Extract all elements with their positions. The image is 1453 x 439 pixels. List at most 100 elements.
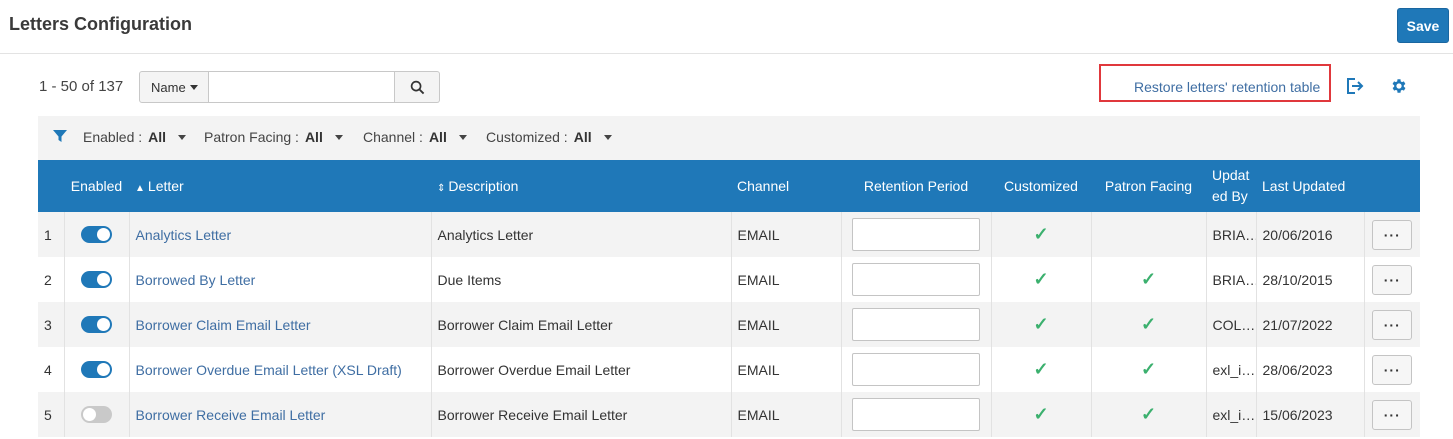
table-row: 3 Borrower Claim Email Letter Borrower Cla…: [38, 302, 1420, 347]
table-row: 2 Borrowed By Letter Due Items EMAIL ✓ ✓ BRIA……: [38, 257, 1420, 302]
toggle-knob: [83, 408, 96, 422]
chevron-down-icon: [189, 84, 198, 90]
enabled-cell: [64, 302, 130, 347]
filter-value: All: [573, 129, 592, 145]
letter-cell: Analytics Letter: [129, 212, 432, 257]
check-icon: ✓: [1033, 359, 1049, 379]
enabled-cell: [64, 392, 130, 437]
results-count: 1 - 50 of 137: [39, 78, 124, 95]
letter-cell: Borrowed By Letter: [129, 257, 432, 302]
filter-label: Enabled :: [83, 129, 143, 145]
gear-icon[interactable]: [1390, 77, 1408, 95]
col-header-patron-facing[interactable]: Patron Facing: [1091, 160, 1206, 212]
letter-link[interactable]: Borrower Receive Email Letter: [136, 407, 326, 423]
filter-enabled[interactable]: Enabled : All: [83, 129, 187, 145]
col-header-letter[interactable]: ▲ Letter: [129, 160, 431, 212]
retention-cell: [841, 302, 992, 347]
table-header-row: Enabled ▲ Letter ⇕ Description Channel Ret…: [38, 160, 1420, 212]
row-number: 2: [38, 257, 65, 302]
chevron-down-icon: [178, 134, 187, 140]
letter-link[interactable]: Analytics Letter: [136, 227, 232, 243]
col-header-retention[interactable]: Retention Period: [841, 160, 991, 212]
actions-cell: ···: [1364, 347, 1420, 392]
toggle-knob: [97, 363, 110, 377]
channel-cell: EMAIL: [731, 347, 842, 392]
actions-cell: ···: [1364, 212, 1420, 257]
last-updated-cell: 28/10/2015: [1256, 257, 1365, 302]
check-icon: ✓: [1033, 404, 1049, 424]
enabled-toggle[interactable]: [81, 271, 112, 289]
restore-retention-link[interactable]: Restore letters' retention table: [1134, 79, 1320, 95]
search-icon: [410, 80, 424, 94]
more-actions-button[interactable]: ···: [1372, 399, 1413, 430]
letter-cell: Borrower Overdue Email Letter (XSL Draft…: [129, 347, 432, 392]
enabled-toggle[interactable]: [81, 406, 112, 424]
retention-cell: [841, 257, 992, 302]
toggle-knob: [97, 318, 110, 332]
last-updated-cell: 20/06/2016: [1256, 212, 1365, 257]
last-updated-cell: 28/06/2023: [1256, 347, 1365, 392]
retention-period-input[interactable]: [852, 263, 980, 296]
customized-cell: ✓: [991, 257, 1092, 302]
more-actions-button[interactable]: ···: [1372, 264, 1413, 295]
enabled-cell: [64, 212, 130, 257]
toggle-knob: [97, 273, 110, 287]
col-header-actions: [1364, 160, 1420, 212]
search-input[interactable]: [209, 71, 395, 103]
filter-bar: Enabled : All Patron Facing : All Channe…: [38, 116, 1420, 160]
filter-icon: [53, 130, 67, 142]
col-header-description[interactable]: ⇕ Description: [431, 160, 731, 212]
check-icon: ✓: [1140, 314, 1157, 334]
actions-cell: ···: [1364, 257, 1420, 302]
channel-cell: EMAIL: [731, 302, 842, 347]
last-updated-cell: 21/07/2022: [1256, 302, 1365, 347]
save-button[interactable]: Save: [1397, 8, 1449, 43]
letter-link[interactable]: Borrower Claim Email Letter: [136, 317, 311, 333]
more-actions-button[interactable]: ···: [1372, 354, 1413, 385]
col-header-updated-by[interactable]: Updat ed By: [1206, 160, 1256, 212]
filter-channel[interactable]: Channel : All: [363, 129, 467, 145]
channel-cell: EMAIL: [731, 392, 842, 437]
export-icon[interactable]: [1345, 77, 1365, 95]
search-field-dropdown[interactable]: Name: [139, 71, 209, 103]
updated-by-cell: COL…: [1206, 302, 1257, 347]
page-title: Letters Configuration: [9, 14, 192, 34]
letter-cell: Borrower Receive Email Letter: [129, 392, 432, 437]
col-header-index: [38, 160, 64, 212]
col-header-customized[interactable]: Customized: [991, 160, 1091, 212]
search-bar: Name: [139, 71, 440, 103]
retention-period-input[interactable]: [852, 218, 980, 251]
col-header-last-updated[interactable]: Last Updated: [1256, 160, 1364, 212]
enabled-toggle[interactable]: [81, 361, 112, 379]
enabled-toggle[interactable]: [81, 226, 112, 244]
more-actions-button[interactable]: ···: [1372, 309, 1413, 340]
retention-period-input[interactable]: [852, 308, 980, 341]
description-cell: Borrower Claim Email Letter: [431, 302, 732, 347]
more-actions-button[interactable]: ···: [1372, 219, 1413, 250]
sort-asc-icon: ▲: [135, 183, 145, 194]
search-field-label: Name: [151, 79, 186, 95]
col-header-channel[interactable]: Channel: [731, 160, 841, 212]
enabled-toggle[interactable]: [81, 316, 112, 334]
col-header-label: Letter: [147, 178, 184, 194]
search-button[interactable]: [395, 71, 440, 103]
patron-facing-cell: ✓: [1091, 302, 1207, 347]
sort-icon: ⇕: [437, 183, 446, 194]
retention-cell: [841, 392, 992, 437]
updated-by-cell: BRIA…: [1206, 257, 1257, 302]
retention-period-input[interactable]: [852, 353, 980, 386]
retention-cell: [841, 212, 992, 257]
filter-label: Customized :: [486, 129, 568, 145]
customized-cell: ✓: [991, 302, 1092, 347]
table-row: 4 Borrower Overdue Email Letter (XSL Draf…: [38, 347, 1420, 392]
retention-period-input[interactable]: [852, 398, 980, 431]
check-icon: ✓: [1140, 359, 1157, 379]
description-cell: Borrower Receive Email Letter: [431, 392, 732, 437]
filter-customized[interactable]: Customized : All: [486, 129, 612, 145]
letter-link[interactable]: Borrower Overdue Email Letter (XSL Draft…: [136, 362, 402, 378]
check-icon: ✓: [1033, 269, 1049, 289]
col-header-enabled[interactable]: Enabled: [64, 160, 129, 212]
letter-link[interactable]: Borrowed By Letter: [136, 272, 256, 288]
actions-cell: ···: [1364, 392, 1420, 437]
filter-patron-facing[interactable]: Patron Facing : All: [204, 129, 343, 145]
